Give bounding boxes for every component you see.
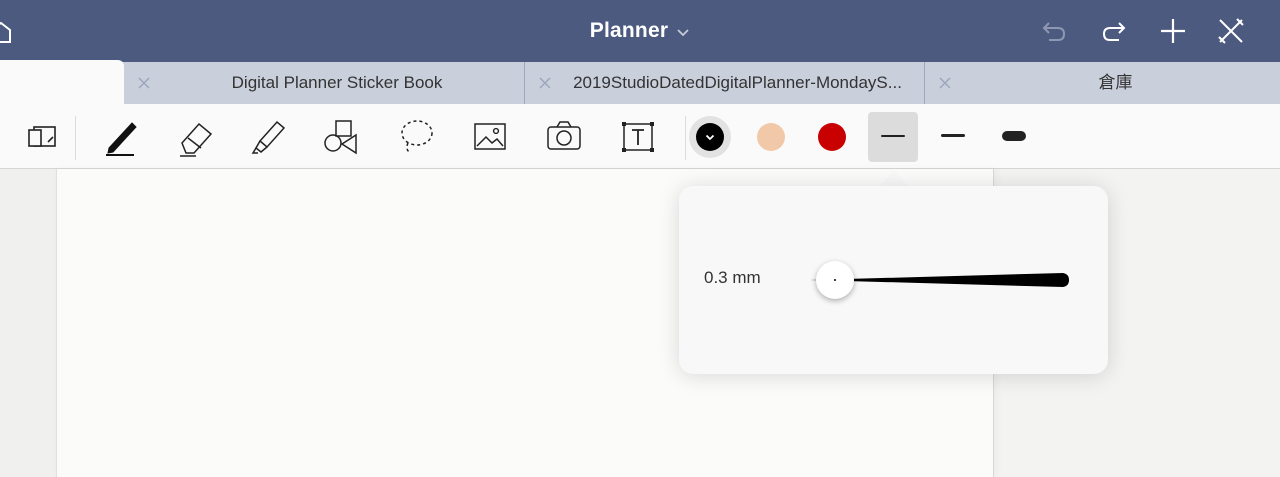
stroke-width-thin[interactable]: [868, 112, 918, 162]
close-icon[interactable]: [937, 75, 953, 91]
chevron-down-icon: [705, 134, 715, 141]
tab-label: 倉庫: [1098, 73, 1133, 92]
tab-active[interactable]: [0, 60, 124, 106]
canvas-gutter: [0, 169, 56, 477]
eraser-icon[interactable]: [172, 112, 220, 162]
tab-sticker-book[interactable]: Digital Planner Sticker Book: [124, 62, 524, 104]
toolbar-divider: [685, 116, 686, 160]
tab-label: Digital Planner Sticker Book: [231, 73, 443, 92]
page-view-icon[interactable]: [18, 112, 66, 162]
stroke-width-medium[interactable]: [928, 112, 978, 162]
thumb-dot: [834, 279, 836, 281]
camera-icon[interactable]: [540, 112, 588, 162]
document-title[interactable]: Planner: [0, 0, 1280, 62]
color-swatch-black[interactable]: [696, 123, 724, 151]
stroke-medium-sample: [941, 134, 965, 137]
tools-icon[interactable]: [1214, 14, 1248, 48]
text-box-icon[interactable]: [614, 112, 662, 162]
lasso-icon[interactable]: [392, 112, 440, 162]
pen-icon[interactable]: [96, 112, 144, 162]
image-icon[interactable]: [466, 112, 514, 162]
undo-icon[interactable]: [1037, 14, 1071, 48]
tab-warehouse[interactable]: 倉庫: [924, 62, 1280, 104]
tab-label: 2019StudioDatedDigitalPlanner-MondayS...: [573, 73, 902, 92]
pen-size-label: 0.3 mm: [704, 268, 761, 287]
chevron-down-icon: [676, 20, 690, 44]
document-title-label: Planner: [589, 19, 669, 42]
highlighter-icon[interactable]: [245, 112, 293, 162]
add-page-icon[interactable]: [1156, 14, 1190, 48]
popover-arrow: [880, 170, 908, 186]
color-swatch-peach[interactable]: [757, 123, 785, 151]
color-swatch-red[interactable]: [818, 123, 846, 151]
stroke-thin-sample: [881, 135, 905, 137]
shapes-icon[interactable]: [318, 112, 366, 162]
pen-size-slider-thumb[interactable]: [816, 261, 854, 299]
stroke-thick-sample: [1002, 131, 1026, 141]
close-icon[interactable]: [136, 75, 152, 91]
tab-dated-planner[interactable]: 2019StudioDatedDigitalPlanner-MondayS...: [524, 62, 924, 104]
redo-icon[interactable]: [1097, 14, 1131, 48]
stroke-width-thick[interactable]: [989, 112, 1039, 162]
toolbar-divider: [75, 116, 76, 160]
close-icon[interactable]: [537, 75, 553, 91]
